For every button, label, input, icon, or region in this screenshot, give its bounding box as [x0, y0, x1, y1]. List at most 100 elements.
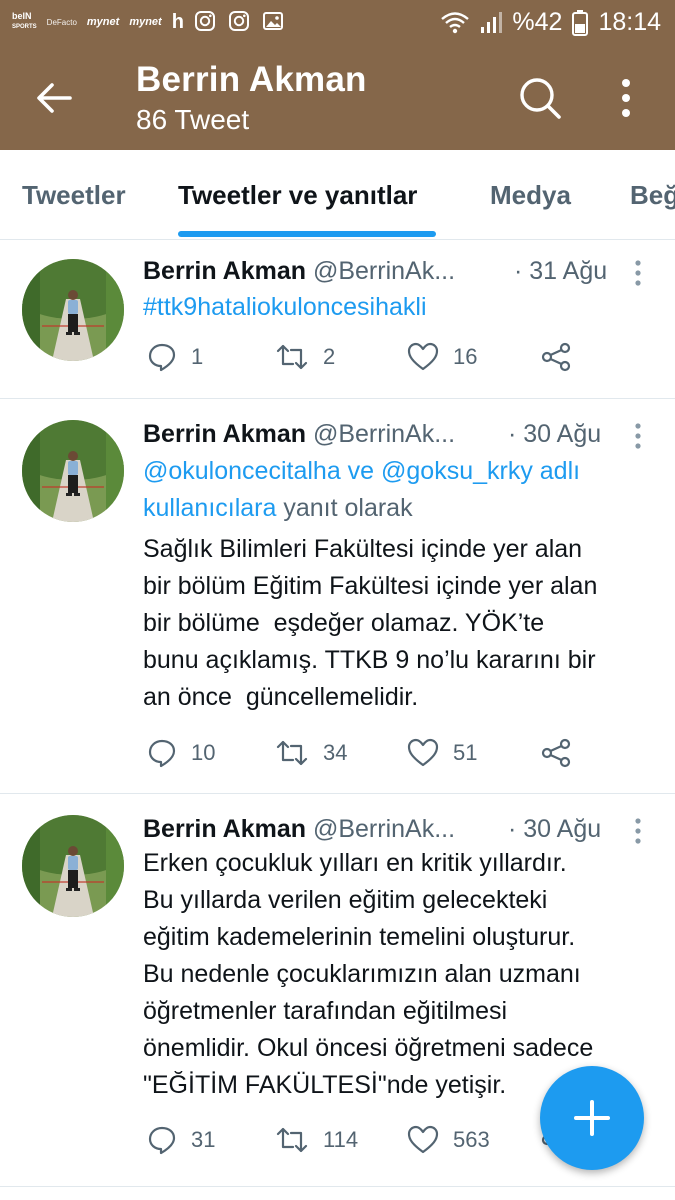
reply-to-suffix: yanıt olarak	[276, 494, 413, 522]
h-app-icon: h	[171, 10, 184, 33]
bein-label: beIN	[12, 11, 32, 21]
compose-plus-icon	[574, 1100, 610, 1136]
reply-count: 31	[191, 1127, 216, 1152]
signal-icon	[480, 11, 503, 35]
tweet-count: 86 Tweet	[136, 104, 250, 135]
tweet-line: an önce güncellemelidir.	[143, 683, 419, 711]
tweet-date: · 30 Ağu	[508, 815, 602, 843]
like-icon	[407, 1125, 439, 1154]
avatar[interactable]	[22, 259, 124, 361]
reply-to-line-2: kullanıcılara yanıt olarak	[143, 490, 658, 527]
status-bar: beIN SPORTS DeFacto mynet mynet h %42 18…	[0, 0, 675, 46]
tweet-line: Sağlık Bilimleri Fakültesi içinde yer al…	[143, 535, 583, 563]
tweet-date: · 30 Ağu	[508, 420, 602, 448]
tweet-line: bir bölüme eşdeğer olamaz. YÖK’te	[143, 609, 545, 637]
tab-likes[interactable]: Beğ	[630, 180, 675, 211]
share-icon	[541, 342, 571, 372]
search-icon[interactable]	[516, 74, 564, 122]
tweet-line: bir bölüm Eğitim Fakültesi içinde yer al…	[143, 572, 598, 600]
reply-count: 10	[191, 740, 216, 765]
tweet-item[interactable]: Berrin Akman @BerrinAk... · 31 Ağu #ttk9…	[0, 241, 675, 399]
author-name[interactable]: Berrin Akman	[143, 815, 306, 843]
back-arrow-icon[interactable]	[32, 76, 76, 120]
reply-icon	[148, 343, 176, 372]
tweet-line: Bu nedenle çocuklarımızın alan uzmanı	[143, 960, 581, 988]
tweet-line: önemlidir. Okul öncesi öğretmeni sadece	[143, 1034, 594, 1062]
tweet-text: #ttk9hataliokuloncesihakli	[143, 289, 658, 326]
author-name[interactable]: Berrin Akman	[143, 257, 306, 285]
gallery-icon	[262, 10, 286, 34]
like-button[interactable]: 51	[407, 738, 477, 768]
tweet-more-icon[interactable]	[630, 422, 646, 450]
battery-percent: %42	[512, 8, 563, 36]
reply-count: 1	[191, 344, 204, 369]
like-icon	[407, 342, 439, 371]
profile-name-title: Berrin Akman	[136, 60, 367, 99]
status-system-icons: %42 18:14	[440, 8, 661, 37]
retweet-button[interactable]: 34	[275, 738, 347, 768]
compose-tweet-button[interactable]	[540, 1066, 644, 1170]
retweet-icon	[276, 1127, 308, 1153]
retweet-count: 114	[323, 1127, 359, 1152]
like-button[interactable]: 563	[407, 1125, 490, 1155]
author-handle[interactable]: @BerrinAk...	[313, 257, 455, 285]
avatar[interactable]	[22, 420, 124, 522]
bein-sports-icon: beIN SPORTS	[12, 12, 37, 32]
like-button[interactable]: 16	[407, 342, 477, 372]
mynet-icon-2: mynet	[129, 16, 162, 28]
clock: 18:14	[598, 8, 661, 36]
reply-button[interactable]: 1	[147, 342, 203, 372]
tweet-more-icon[interactable]	[630, 817, 646, 845]
retweet-count: 34	[323, 740, 348, 765]
more-vertical-icon[interactable]	[606, 74, 646, 122]
tweet-actions: 10 34 51	[143, 738, 643, 778]
reply-button[interactable]: 31	[147, 1125, 215, 1155]
author-handle[interactable]: @BerrinAk...	[313, 420, 455, 448]
tweet-date: · 31 Ağu	[514, 257, 608, 285]
wifi-icon	[440, 11, 470, 35]
like-count: 16	[453, 344, 478, 369]
reply-button[interactable]: 10	[147, 738, 215, 768]
retweet-button[interactable]: 114	[275, 1125, 358, 1155]
author-name[interactable]: Berrin Akman	[143, 420, 306, 448]
tweet-line: öğretmenler tarafından eğitilmesi	[143, 997, 508, 1025]
reply-icon	[148, 1126, 176, 1155]
instagram-icon	[194, 10, 218, 34]
tweet-item[interactable]: Berrin Akman @BerrinAk... · 30 Ağu @okul…	[0, 400, 675, 794]
share-button[interactable]	[541, 342, 571, 372]
avatar[interactable]	[22, 815, 124, 917]
tab-tweets[interactable]: Tweetler	[22, 180, 126, 211]
instagram-icon-2	[228, 10, 252, 34]
reply-to-users-link[interactable]: kullanıcılara	[143, 494, 276, 522]
battery-icon	[572, 9, 589, 36]
tab-tweets-and-replies[interactable]: Tweetler ve yanıtlar	[178, 180, 417, 211]
mynet-icon: mynet	[86, 16, 120, 28]
tweet-line: Bu yıllarda verilen eğitim gelecekteki	[143, 886, 548, 914]
tweet-actions: 1 2 16	[143, 342, 643, 382]
like-count: 51	[453, 740, 478, 765]
tweet-text: @okuloncecitalha ve @goksu_krky adlı kul…	[143, 453, 658, 716]
tweet-line: eğitim kademelerinin temelini oluşturur.	[143, 923, 576, 951]
share-icon	[541, 738, 571, 768]
author-handle[interactable]: @BerrinAk...	[313, 815, 455, 843]
tweet-line: bunu açıklamış. TTKB 9 no’lu kararını bi…	[143, 646, 596, 674]
sports-label: SPORTS	[12, 24, 37, 30]
like-icon	[407, 738, 439, 767]
reply-to-line[interactable]: @okuloncecitalha ve @goksu_krky adlı	[143, 453, 658, 490]
reply-icon	[148, 739, 176, 768]
top-bar: beIN SPORTS DeFacto mynet mynet h %42 18…	[0, 0, 675, 150]
share-button[interactable]	[541, 738, 571, 768]
profile-tabs: Tweetler Tweetler ve yanıtlar Medya Beğ	[0, 150, 675, 240]
defacto-icon: DeFacto	[46, 17, 77, 27]
tweet-body: Sağlık Bilimleri Fakültesi içinde yer al…	[143, 531, 658, 716]
tweet-header: Berrin Akman @BerrinAk...	[143, 815, 455, 844]
tweet-text: Erken çocukluk yılları en kritik yıllard…	[143, 845, 658, 1104]
hashtag-link[interactable]: #ttk9hataliokuloncesihakli	[143, 289, 658, 326]
tweet-more-icon[interactable]	[630, 259, 646, 287]
tweet-header: Berrin Akman @BerrinAk...	[143, 257, 455, 286]
retweet-button[interactable]: 2	[275, 342, 335, 372]
retweet-icon	[276, 740, 308, 766]
retweet-icon	[276, 344, 308, 370]
tab-media[interactable]: Medya	[490, 180, 571, 211]
active-tab-indicator	[178, 231, 436, 237]
